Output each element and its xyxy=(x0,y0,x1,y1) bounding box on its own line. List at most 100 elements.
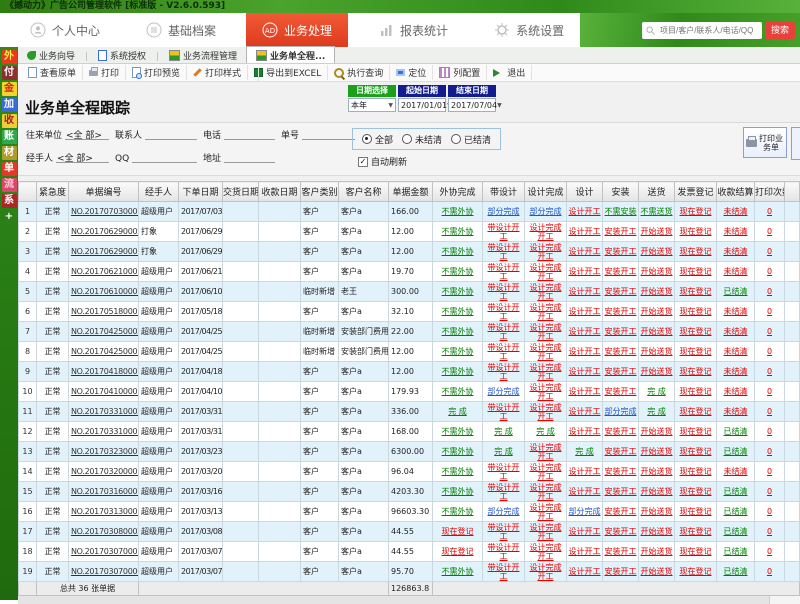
status-design-done[interactable]: 设计完成开工 xyxy=(525,282,567,302)
tab-business-wizard[interactable]: 业务向导 xyxy=(18,48,84,63)
status-delivery[interactable]: 开始送货 xyxy=(639,422,675,442)
status-design-done[interactable]: 设计完成开工 xyxy=(525,562,567,582)
col-header[interactable]: 下单日期 xyxy=(179,182,223,202)
status-delivery[interactable]: 完 成 xyxy=(639,402,675,422)
col-header[interactable]: 设计 xyxy=(567,182,603,202)
print-preview-button[interactable]: 打印预览 xyxy=(126,65,187,80)
status-design[interactable]: 设计开工 xyxy=(567,262,603,282)
status-with-design[interactable]: 带设计开工 xyxy=(483,242,525,262)
table-row[interactable]: 9正常NO.201704180001超级用户2017/04/18客户客户a12.… xyxy=(19,362,800,382)
contact-field[interactable] xyxy=(145,128,197,140)
status-with-design[interactable]: 带设计开工 xyxy=(483,342,525,362)
status-invoice-register[interactable]: 现在登记 xyxy=(675,522,717,542)
status-design[interactable]: 设计开工 xyxy=(567,562,603,582)
status-delivery[interactable]: 开始送货 xyxy=(639,442,675,462)
status-install[interactable]: 安装开工 xyxy=(603,522,639,542)
order-no-link[interactable]: NO.201703130001 xyxy=(69,502,139,522)
status-design-done[interactable]: 设计完成开工 xyxy=(525,342,567,362)
print-count-link[interactable]: 0 xyxy=(755,422,785,442)
status-design-done[interactable]: 设计完成开工 xyxy=(525,442,567,462)
status-settlement[interactable]: 未结清 xyxy=(717,242,755,262)
col-header[interactable]: 单据金额 xyxy=(389,182,433,202)
status-invoice-register[interactable]: 现在登记 xyxy=(675,382,717,402)
status-design-done[interactable]: 设计完成开工 xyxy=(525,262,567,282)
status-settlement[interactable]: 已结清 xyxy=(717,562,755,582)
nav-business-processing[interactable]: AD 业务处理 xyxy=(246,13,348,47)
order-no-link[interactable]: NO.201706210001 xyxy=(69,262,139,282)
tab-system-license[interactable]: 系统授权 xyxy=(89,48,155,63)
status-invoice-register[interactable]: 现在登记 xyxy=(675,242,717,262)
print-count-link[interactable]: 0 xyxy=(755,342,785,362)
global-search-input[interactable] xyxy=(658,25,758,36)
col-header[interactable]: 单据编号 xyxy=(69,182,139,202)
qq-field[interactable] xyxy=(132,151,197,163)
status-outsource[interactable]: 不需外协 xyxy=(433,562,483,582)
print-count-link[interactable]: 0 xyxy=(755,562,785,582)
status-design[interactable]: 部分完成 xyxy=(567,502,603,522)
clipped-button[interactable] xyxy=(791,127,800,160)
status-delivery[interactable]: 不需送货 xyxy=(639,202,675,222)
sidebar-item-系[interactable]: 系 xyxy=(2,194,17,208)
status-settlement[interactable]: 未结清 xyxy=(717,262,755,282)
print-count-link[interactable]: 0 xyxy=(755,282,785,302)
table-row[interactable]: 15正常NO.201703160001超级用户2017/03/16客户客户a42… xyxy=(19,482,800,502)
status-design-done[interactable]: 设计完成开工 xyxy=(525,242,567,262)
col-header[interactable]: 发票登记 xyxy=(675,182,717,202)
order-no-link[interactable]: NO.201703070006 xyxy=(69,562,139,582)
status-with-design[interactable]: 带设计开工 xyxy=(483,322,525,342)
print-count-link[interactable]: 0 xyxy=(755,242,785,262)
status-invoice-register[interactable]: 现在登记 xyxy=(675,462,717,482)
status-install[interactable]: 安装开工 xyxy=(603,262,639,282)
status-outsource[interactable]: 不需外协 xyxy=(433,482,483,502)
status-install[interactable]: 安装开工 xyxy=(603,322,639,342)
start-date-dropdown[interactable]: 2017/01/01▼ xyxy=(398,98,446,112)
table-row[interactable]: 18正常NO.201703070007超级用户2017/03/07客户客户a44… xyxy=(19,542,800,562)
handler-field[interactable]: <全 部> xyxy=(56,151,109,163)
col-header[interactable]: 经手人 xyxy=(139,182,179,202)
order-no-link[interactable]: NO.201703080002 xyxy=(69,522,139,542)
status-invoice-register[interactable]: 现在登记 xyxy=(675,402,717,422)
print-count-link[interactable]: 0 xyxy=(755,522,785,542)
status-design[interactable]: 设计开工 xyxy=(567,282,603,302)
column-config-button[interactable]: 列配置 xyxy=(433,65,487,80)
status-settlement[interactable]: 未结清 xyxy=(717,342,755,362)
table-row[interactable]: 7正常NO.201704250002超级用户2017/04/25临时新增安装部门… xyxy=(19,322,800,342)
order-no-link[interactable]: NO.201704180001 xyxy=(69,362,139,382)
status-design[interactable]: 设计开工 xyxy=(567,322,603,342)
order-no-link[interactable]: NO.201703200001 xyxy=(69,462,139,482)
status-outsource[interactable]: 不需外协 xyxy=(433,302,483,322)
status-delivery[interactable]: 开始送货 xyxy=(639,362,675,382)
sidebar-item-材[interactable]: 材 xyxy=(2,146,17,160)
status-outsource[interactable]: 不需外协 xyxy=(433,322,483,342)
status-install[interactable]: 安装开工 xyxy=(603,562,639,582)
order-no-link[interactable]: NO.201706290002 xyxy=(69,222,139,242)
status-design[interactable]: 设计开工 xyxy=(567,462,603,482)
status-with-design[interactable]: 带设计开工 xyxy=(483,362,525,382)
execute-query-button[interactable]: 执行查询 xyxy=(328,65,390,80)
print-count-link[interactable]: 0 xyxy=(755,202,785,222)
status-settlement[interactable]: 未结清 xyxy=(717,462,755,482)
status-outsource[interactable]: 不需外协 xyxy=(433,442,483,462)
order-no-link[interactable]: NO.201706100001 xyxy=(69,282,139,302)
col-header[interactable]: 设计完成 xyxy=(525,182,567,202)
status-with-design[interactable]: 带设计开工 xyxy=(483,222,525,242)
status-outsource[interactable]: 不需外协 xyxy=(433,262,483,282)
col-header[interactable]: 客户类别 xyxy=(301,182,339,202)
status-install[interactable]: 安装开工 xyxy=(603,502,639,522)
sidebar-item-收[interactable]: 收 xyxy=(2,114,17,128)
status-invoice-register[interactable]: 现在登记 xyxy=(675,322,717,342)
status-design[interactable]: 完 成 xyxy=(567,442,603,462)
status-delivery[interactable]: 开始送货 xyxy=(639,562,675,582)
status-settlement[interactable]: 已结清 xyxy=(717,542,755,562)
status-outsource[interactable]: 不需外协 xyxy=(433,362,483,382)
status-install[interactable]: 安装开工 xyxy=(603,282,639,302)
status-outsource[interactable]: 不需外协 xyxy=(433,422,483,442)
table-row[interactable]: 4正常NO.201706210001超级用户2017/06/21客户客户a19.… xyxy=(19,262,800,282)
status-invoice-register[interactable]: 现在登记 xyxy=(675,442,717,462)
radio-settled[interactable]: 已结清 xyxy=(451,133,491,146)
order-no-field[interactable] xyxy=(302,128,355,140)
col-header[interactable]: 紧急度 xyxy=(37,182,69,202)
auto-refresh-option[interactable]: ✓ 自动刷新 xyxy=(358,155,407,168)
status-outsource[interactable]: 不需外协 xyxy=(433,462,483,482)
status-design-done[interactable]: 设计完成开工 xyxy=(525,362,567,382)
